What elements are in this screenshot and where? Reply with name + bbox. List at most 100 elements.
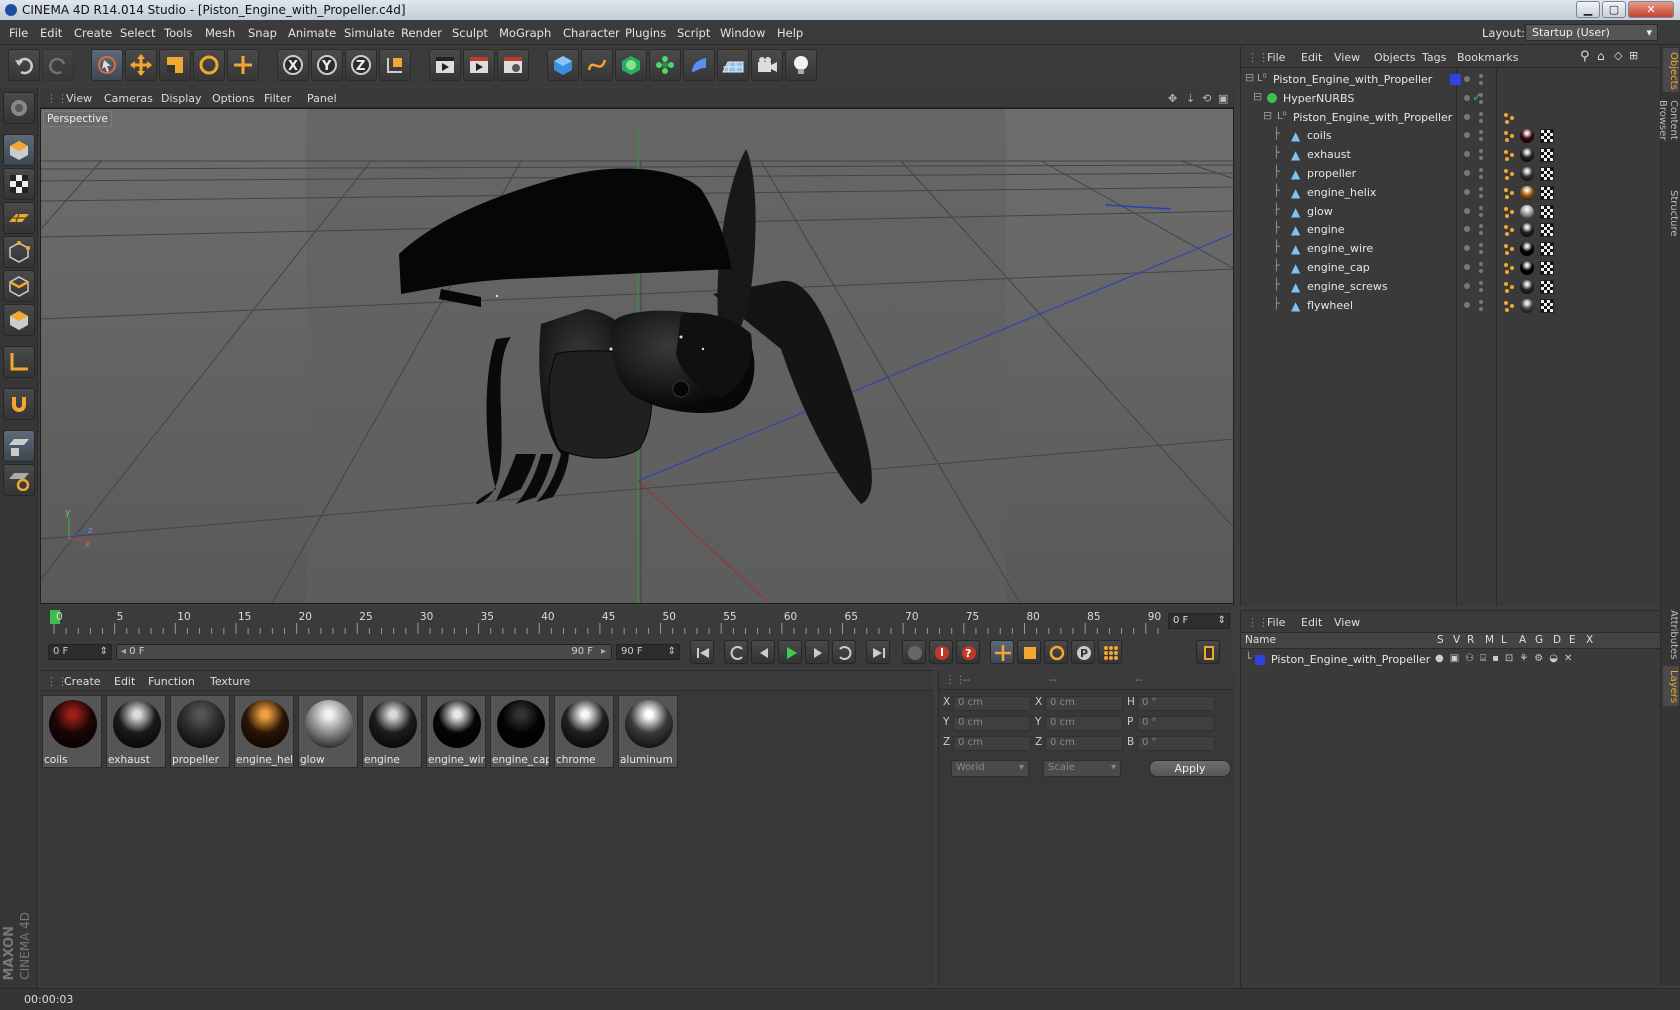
layer-color-swatch[interactable] (1450, 74, 1461, 85)
menu-tools[interactable]: Tools (164, 26, 192, 40)
go-to-end-button[interactable] (866, 640, 890, 664)
render-visibility-dot-lower[interactable] (1479, 118, 1483, 123)
material-tag-icon[interactable] (1520, 185, 1534, 200)
tab-attributes[interactable]: Attributes (1663, 606, 1679, 662)
render-visibility-dot[interactable] (1479, 299, 1483, 304)
object-menu-bookmarks[interactable]: Bookmarks (1457, 51, 1518, 64)
next-frame-button[interactable] (805, 640, 829, 664)
enabled-check-icon[interactable]: ✓ (1472, 90, 1482, 104)
material-tag-icon[interactable] (1520, 279, 1534, 294)
layer-column-g[interactable]: G (1535, 634, 1543, 646)
menu-render[interactable]: Render (401, 26, 442, 40)
render-view-button[interactable] (429, 49, 461, 81)
material-engine_cap[interactable]: engine_cap (490, 695, 550, 768)
layout-select[interactable]: Startup (User) ▾ (1525, 24, 1658, 41)
object-row[interactable]: ├ ▲ engine_screws (1241, 277, 1661, 297)
editor-visibility-dot[interactable] (1464, 170, 1470, 176)
uvw-tag-icon[interactable] (1540, 242, 1554, 257)
menu-select[interactable]: Select (120, 26, 155, 40)
layer-column-name[interactable]: Name (1245, 634, 1276, 646)
phong-tag-icon[interactable] (1503, 281, 1515, 293)
coordinate-mode-select[interactable]: World ▾ (951, 760, 1029, 777)
layer-name[interactable]: Piston_Engine_with_Propeller (1271, 653, 1430, 666)
object-row[interactable]: ├ ▲ glow (1241, 202, 1661, 222)
layer-column-v[interactable]: V (1453, 634, 1460, 646)
render-visibility-dot-lower[interactable] (1479, 175, 1483, 179)
render-to-picture-viewer-button[interactable] (463, 49, 495, 81)
texture-mode-button[interactable] (3, 168, 35, 200)
editor-visibility-dot[interactable] (1464, 282, 1470, 289)
material-engine_hel[interactable]: engine_hel (234, 695, 294, 768)
object-menu-objects[interactable]: Objects (1374, 51, 1416, 64)
phong-tag-icon[interactable] (1503, 243, 1515, 256)
nurbs-button[interactable] (615, 49, 647, 81)
material-tag-icon[interactable] (1520, 204, 1534, 219)
timeline-ticks[interactable]: 0 5 10 15 20 25 30 35 40 45 50 55 60 65 70 75 80 85 90 (50, 607, 1161, 637)
phong-tag-icon[interactable] (1503, 112, 1515, 124)
menu-edit[interactable]: Edit (40, 26, 62, 40)
material-coils[interactable]: coils (42, 695, 102, 768)
editor-visibility-dot[interactable] (1464, 188, 1470, 195)
viewport-move-icon[interactable]: ✥ (1168, 92, 1177, 105)
next-key-button[interactable] (832, 640, 856, 664)
render-visibility-dot-lower[interactable] (1479, 193, 1483, 198)
layer-column-l[interactable]: L (1501, 634, 1507, 646)
layer-menu-view[interactable]: View (1334, 616, 1360, 629)
material-glow[interactable]: glow (298, 695, 358, 768)
material-menu-texture[interactable]: Texture (210, 675, 250, 688)
z-axis-lock-button[interactable]: Z (345, 49, 377, 81)
render-visibility-dot[interactable] (1479, 111, 1483, 116)
material-menu-create[interactable]: Create (64, 675, 101, 688)
uvw-tag-icon[interactable] (1540, 223, 1554, 238)
undo-button[interactable] (8, 49, 40, 81)
maximize-button[interactable]: ▢ (1602, 1, 1626, 18)
material-tag-icon[interactable] (1520, 129, 1534, 144)
scale-tool[interactable] (159, 49, 191, 81)
layer-column-x[interactable]: X (1586, 634, 1593, 646)
object-name[interactable]: engine_cap (1307, 261, 1370, 274)
array-button[interactable] (649, 49, 681, 81)
spline-pen-button[interactable] (581, 49, 613, 81)
viewport-menu-display[interactable]: Display (161, 92, 202, 105)
render-visibility-dot[interactable] (1479, 262, 1483, 266)
menu-window[interactable]: Window (720, 26, 765, 40)
uvw-tag-icon[interactable] (1540, 279, 1554, 294)
y-axis-lock-button[interactable]: Y (311, 49, 343, 81)
workplane-mode-button[interactable] (3, 202, 35, 234)
phong-tag-icon[interactable] (1503, 262, 1515, 274)
object-name[interactable]: flywheel (1307, 299, 1353, 312)
object-row[interactable]: ├ ▲ propeller (1241, 164, 1661, 184)
viewport-menu-view[interactable]: View (66, 92, 92, 105)
render-settings-button[interactable] (497, 49, 529, 81)
collapse-icon[interactable]: ⊟ (1245, 71, 1254, 84)
render-visibility-dot[interactable] (1479, 243, 1483, 248)
layer-column-d[interactable]: D (1553, 634, 1561, 646)
home-icon[interactable]: ⌂ (1597, 49, 1605, 63)
light-button[interactable] (785, 49, 817, 81)
play-button[interactable] (778, 640, 802, 664)
rotation-field[interactable]: 0 ° (1137, 716, 1215, 731)
viewport-toggle-icon[interactable]: ▣ (1218, 92, 1228, 105)
object-name[interactable]: Piston_Engine_with_Propeller (1273, 73, 1432, 86)
current-frame-field[interactable]: 0 F ⇕ (1168, 613, 1230, 629)
uvw-tag-icon[interactable] (1540, 204, 1554, 219)
phong-tag-icon[interactable] (1503, 300, 1515, 312)
model-mode-button[interactable] (3, 134, 35, 166)
viewport-menu-cameras[interactable]: Cameras (104, 92, 153, 105)
viewport-menu-options[interactable]: Options (212, 92, 254, 105)
deformer-button[interactable] (683, 49, 715, 81)
object-name[interactable]: Piston_Engine_with_Propeller (1293, 111, 1452, 124)
previous-frame-button[interactable] (751, 640, 775, 664)
render-visibility-dot[interactable] (1479, 74, 1483, 78)
floor-button[interactable] (717, 49, 749, 81)
viewport-rotate-icon[interactable]: ⟲ (1202, 92, 1211, 105)
previous-key-button[interactable] (724, 640, 748, 664)
axis-mode-button[interactable] (3, 346, 35, 378)
render-visibility-dot[interactable] (1479, 186, 1483, 191)
size-field[interactable]: 0 cm (1045, 736, 1123, 751)
menu-create[interactable]: Create (74, 26, 112, 40)
make-editable-button[interactable] (3, 92, 35, 124)
record-keys-disabled-button[interactable] (902, 640, 926, 664)
render-visibility-dot-lower[interactable] (1479, 250, 1483, 255)
uvw-tag-icon[interactable] (1540, 261, 1554, 275)
